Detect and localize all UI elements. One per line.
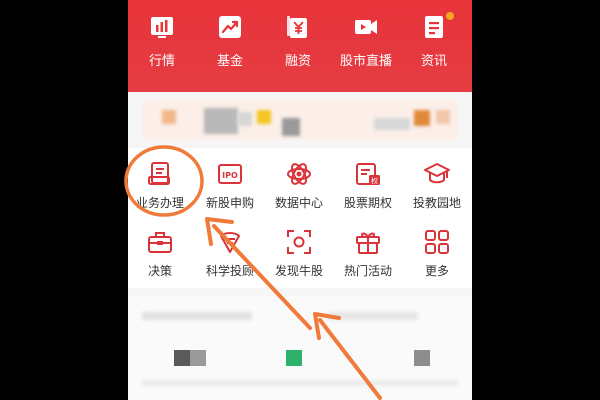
blur-block bbox=[204, 108, 238, 134]
blur-block bbox=[374, 118, 410, 130]
nav-label-financing: 融资 bbox=[284, 54, 311, 69]
scan-target-icon bbox=[287, 230, 311, 254]
ipo-icon: IPO bbox=[218, 164, 242, 184]
blur-block bbox=[257, 110, 271, 124]
grid-label: 投教园地 bbox=[412, 196, 461, 210]
grid-item-investor-education[interactable]: 投教园地 bbox=[401, 160, 472, 218]
atom-icon bbox=[287, 163, 311, 185]
blur-text-line bbox=[142, 380, 458, 386]
business-handling-icon bbox=[148, 162, 170, 185]
video-play-icon bbox=[355, 20, 377, 34]
blur-block bbox=[414, 350, 430, 366]
blur-block bbox=[174, 350, 190, 366]
blur-block bbox=[436, 110, 450, 124]
nav-label-live: 股市直播 bbox=[339, 54, 392, 69]
yen-document-icon bbox=[287, 16, 307, 38]
nav-label-news: 资讯 bbox=[420, 54, 447, 69]
nav-label-market: 行情 bbox=[148, 54, 175, 69]
top-nav-bar: 行情 基金 融资 股市直播 资讯 bbox=[128, 0, 472, 92]
svg-text:权: 权 bbox=[371, 176, 378, 185]
grid-label: 科学投顾 bbox=[205, 264, 254, 278]
trend-chart-icon bbox=[219, 16, 241, 38]
feature-grid: 业务办理 IPO 新股申购 数据中心 权 股票期权 投教园地 决策 科学投顾 发… bbox=[128, 148, 472, 288]
grid-item-discover-stocks[interactable]: 发现牛股 bbox=[263, 228, 335, 286]
stock-options-icon: 权 bbox=[356, 163, 380, 185]
grid-more-icon bbox=[425, 230, 449, 254]
nav-market[interactable]: 行情 bbox=[130, 14, 194, 80]
grid-item-hot-events[interactable]: 热门活动 bbox=[332, 228, 404, 286]
blurred-content-card[interactable] bbox=[128, 296, 472, 400]
advisor-icon bbox=[220, 232, 240, 253]
grid-item-more[interactable]: 更多 bbox=[401, 228, 472, 286]
grid-label: 热门活动 bbox=[343, 264, 392, 278]
grid-item-stock-options[interactable]: 权 股票期权 bbox=[332, 160, 404, 218]
grid-label: 决策 bbox=[147, 264, 172, 278]
grid-item-business[interactable]: 业务办理 bbox=[128, 160, 196, 218]
grid-item-advisor[interactable]: 科学投顾 bbox=[194, 228, 266, 286]
grid-label: 业务办理 bbox=[135, 196, 184, 210]
blur-block bbox=[414, 110, 430, 126]
grid-label: 新股申购 bbox=[205, 196, 254, 210]
nav-financing[interactable]: 融资 bbox=[266, 14, 330, 80]
nav-fund[interactable]: 基金 bbox=[198, 14, 262, 80]
blur-block bbox=[282, 118, 300, 136]
grid-label: 数据中心 bbox=[274, 196, 323, 210]
gift-icon bbox=[356, 232, 380, 254]
blur-block bbox=[286, 350, 302, 366]
svg-text:IPO: IPO bbox=[222, 171, 238, 180]
phone-screen: 行情 基金 融资 股市直播 资讯 业务办理 IPO 新股申购 数据中心 权 股票… bbox=[128, 0, 472, 400]
grid-label: 股票期权 bbox=[343, 196, 392, 210]
grid-label: 发现牛股 bbox=[274, 264, 323, 278]
nav-live[interactable]: 股市直播 bbox=[334, 14, 398, 80]
grid-label: 更多 bbox=[424, 264, 449, 278]
grid-item-data-center[interactable]: 数据中心 bbox=[263, 160, 335, 218]
blur-text-line bbox=[142, 312, 252, 320]
news-document-icon bbox=[425, 16, 443, 38]
blur-block bbox=[190, 350, 206, 366]
toolbox-icon bbox=[148, 232, 172, 253]
blur-text-line bbox=[328, 312, 418, 320]
notification-dot bbox=[446, 12, 454, 20]
grid-item-ipo[interactable]: IPO 新股申购 bbox=[194, 160, 266, 218]
bar-chart-icon bbox=[151, 17, 173, 38]
blur-block bbox=[238, 112, 252, 126]
nav-news[interactable]: 资讯 bbox=[402, 12, 466, 80]
blur-block bbox=[162, 110, 176, 124]
nav-label-fund: 基金 bbox=[216, 54, 243, 69]
grid-item-decision[interactable]: 决策 bbox=[128, 228, 196, 286]
blurred-banner[interactable] bbox=[142, 100, 458, 140]
graduation-cap-icon bbox=[424, 163, 450, 184]
